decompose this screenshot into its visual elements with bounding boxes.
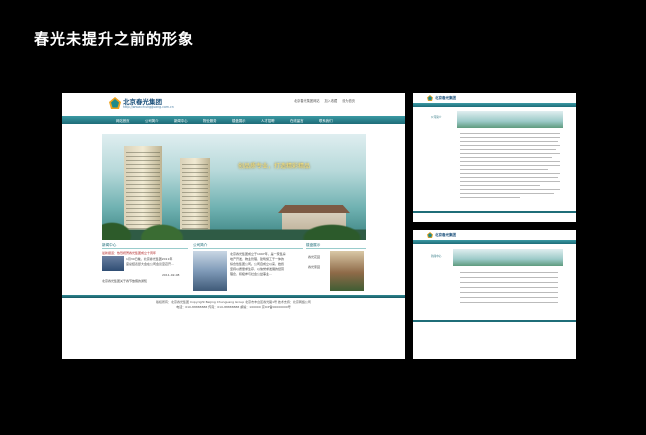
news-thumbnail[interactable] [102,256,124,271]
hero-slogan: 创品质专业，打造精彩精品 [238,163,311,170]
hero-banner: 创品质专业，打造精彩精品 [102,134,366,240]
content-text-line [460,165,560,166]
nav-item-home[interactable]: 网站首页 [116,118,130,123]
building-photo[interactable] [330,251,364,291]
news-date: 2011-02-08 [162,273,180,277]
header-links: 北京春光集团网站 加入收藏 设为首页 [290,98,355,103]
main-nav: 网站首页 公司简介 新闻中心 物业服务 楼盘展示 人才招聘 在线留言 联系我们 [62,116,405,124]
content-text-line [460,181,560,182]
subpage-banner [457,111,563,128]
site-logo-text[interactable]: 北京春光集团 [435,233,456,238]
subpage-banner [453,249,563,266]
logo-icon [427,95,433,101]
sidebar-title: 新闻中心 [431,255,442,258]
content-text-line [460,197,520,198]
content-text-line [460,157,552,158]
nav-item-contact[interactable]: 联系我们 [319,118,333,123]
news-list-item[interactable] [460,297,558,298]
footer-bar [62,295,405,298]
logo-icon [427,232,433,238]
footer-bar [413,211,576,213]
building-link[interactable]: 春光花园 [308,255,320,259]
news-list-item[interactable] [460,272,558,273]
content-text-line [460,141,558,142]
content-text-line [460,161,560,162]
content-text-line [460,137,560,138]
buildings-section-title[interactable]: 楼盘展示 [306,243,366,249]
nav-item-jobs[interactable]: 人才招聘 [261,118,275,123]
about-section-title[interactable]: 公司简介 [193,243,303,249]
about-section: 公司简介 北京春光集团成立于1997年，是一家集房 地产开发、物业管理、建筑施工… [193,243,303,295]
header-link-homepage[interactable]: 设为首页 [342,99,355,103]
content-text-line [460,173,560,174]
buildings-section: 楼盘展示 春光花园 春光家园 [306,243,366,295]
homepage-screenshot: 北京春光集团 http://www.chungguang.com.cn 北京春光… [62,93,405,359]
news-list-item[interactable] [460,292,558,293]
news-section-title[interactable]: 新闻中心 [102,243,188,249]
news-headline[interactable]: 最新报道：热烈祝贺春光集团成立十周年 [102,251,156,255]
news-list-item[interactable] [460,282,558,283]
site-logo-url: http://www.chungguang.com.cn [123,105,174,109]
header-link-favorite[interactable]: 加入收藏 [324,99,337,103]
building-link[interactable]: 春光家园 [308,265,320,269]
news-summary-line: 1月30日晚，北京春光集团2011年 [126,257,173,261]
site-header: 北京春光集团 http://www.chungguang.com.cn 北京春光… [62,93,405,116]
news-list-item[interactable] [460,287,558,288]
nav-item-about[interactable]: 公司简介 [145,118,159,123]
content-text-line [460,189,560,190]
about-text-line: 综合性集团公司。公司自成立以来，始终 [230,262,285,266]
content-text-line [460,153,560,154]
footer-line: 版权所有：北京春光集团 Copyright Beijing Chunguang … [156,300,311,304]
about-text-line: 北京春光集团成立于1997年，是一家集房 [230,252,286,256]
trees-image [102,214,366,240]
main-nav[interactable] [413,103,576,107]
news-list-item[interactable]: 北京春光集团关于春节放假的通知 [102,279,147,283]
content-text-line [460,169,548,170]
nav-item-news[interactable]: 新闻中心 [174,118,188,123]
footer-bar [413,320,576,322]
content-text-line [460,149,556,150]
footer-line: 电话：010-88888888 传真：010-88888888 邮编：10000… [176,305,291,309]
about-text-line: 理念，积极参与社会公益事业... [230,272,272,276]
subpage-screenshot-1: 北京春光集团 公司简介 [413,93,576,222]
nav-item-message[interactable]: 在线留言 [290,118,304,123]
main-nav[interactable] [413,240,576,244]
content-text-line [460,145,560,146]
news-list-item[interactable] [460,302,558,303]
about-text-line: 地产开发、物业管理、建筑施工于一体的 [230,257,285,261]
content-text-line [460,177,558,178]
about-text-line: 坚持以质量求生存、以信誉求发展的经营 [230,267,285,271]
site-logo-text[interactable]: 北京春光集团 [435,96,456,101]
news-list-item[interactable] [460,277,558,278]
header-link-site[interactable]: 北京春光集团网站 [294,99,320,103]
logo-icon [109,97,121,109]
content-text-line [460,185,540,186]
news-section: 新闻中心 最新报道：热烈祝贺春光集团成立十周年 1月30日晚，北京春光集团201… [102,243,188,295]
nav-item-buildings[interactable]: 楼盘展示 [232,118,246,123]
about-photo [193,251,227,291]
content-text-line [460,193,554,194]
page-title: 春光未提升之前的形象 [34,30,195,48]
content-text-line [460,133,560,134]
sidebar-title: 公司简介 [431,116,442,119]
subpage-screenshot-2: 北京春光集团 新闻中心 [413,230,576,359]
news-summary-line: 度总结表彰大会在公司会议室召开... [126,262,174,266]
nav-item-property[interactable]: 物业服务 [203,118,217,123]
